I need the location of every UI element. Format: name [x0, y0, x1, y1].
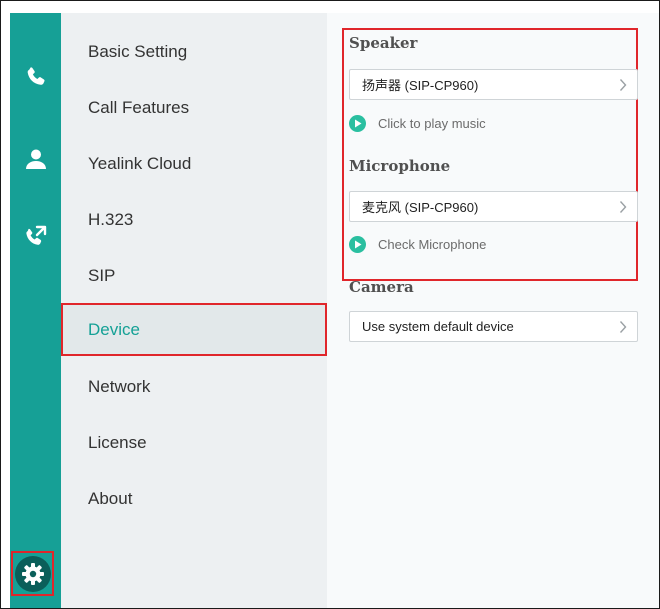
microphone-select-value: 麦克风 (SIP-CP960) [362, 200, 479, 215]
speaker-select-value: 扬声器 (SIP-CP960) [362, 78, 479, 93]
settings-window: Basic Setting Call Features Yealink Clou… [0, 0, 660, 609]
menu-item-sip[interactable]: SIP [61, 253, 327, 299]
chevron-right-icon [619, 200, 627, 217]
settings-icon [14, 555, 51, 592]
camera-select[interactable]: Use system default device [349, 311, 638, 342]
menu-item-h323[interactable]: H.323 [61, 197, 327, 243]
play-icon [349, 235, 366, 253]
menu-item-network[interactable]: Network [61, 364, 327, 410]
chevron-right-icon [619, 320, 627, 337]
menu-item-device[interactable]: Device [61, 303, 327, 356]
speaker-select[interactable]: 扬声器 (SIP-CP960) [349, 69, 638, 100]
phone-icon[interactable] [10, 57, 61, 97]
microphone-heading: Microphone [349, 157, 451, 175]
device-settings-panel: Speaker 扬声器 (SIP-CP960) Click to play mu… [327, 13, 659, 608]
play-icon [349, 114, 366, 132]
menu-item-license[interactable]: License [61, 420, 327, 466]
contacts-icon[interactable] [10, 139, 61, 179]
check-microphone-action[interactable]: Check Microphone [349, 235, 486, 253]
camera-select-value: Use system default device [362, 319, 514, 334]
menu-item-basic-setting[interactable]: Basic Setting [61, 29, 327, 75]
settings-button[interactable] [11, 551, 54, 596]
nav-rail [10, 13, 61, 608]
play-music-label: Click to play music [378, 115, 486, 131]
menu-item-yealink-cloud[interactable]: Yealink Cloud [61, 141, 327, 187]
call-history-icon[interactable] [10, 217, 61, 257]
camera-heading: Camera [349, 278, 414, 296]
menu-item-call-features[interactable]: Call Features [61, 85, 327, 131]
menu-item-about[interactable]: About [61, 476, 327, 522]
play-music-action[interactable]: Click to play music [349, 114, 486, 132]
chevron-right-icon [619, 78, 627, 95]
speaker-heading: Speaker [349, 34, 418, 52]
check-microphone-label: Check Microphone [378, 236, 487, 252]
settings-menu: Basic Setting Call Features Yealink Clou… [61, 13, 327, 608]
microphone-select[interactable]: 麦克风 (SIP-CP960) [349, 191, 638, 222]
